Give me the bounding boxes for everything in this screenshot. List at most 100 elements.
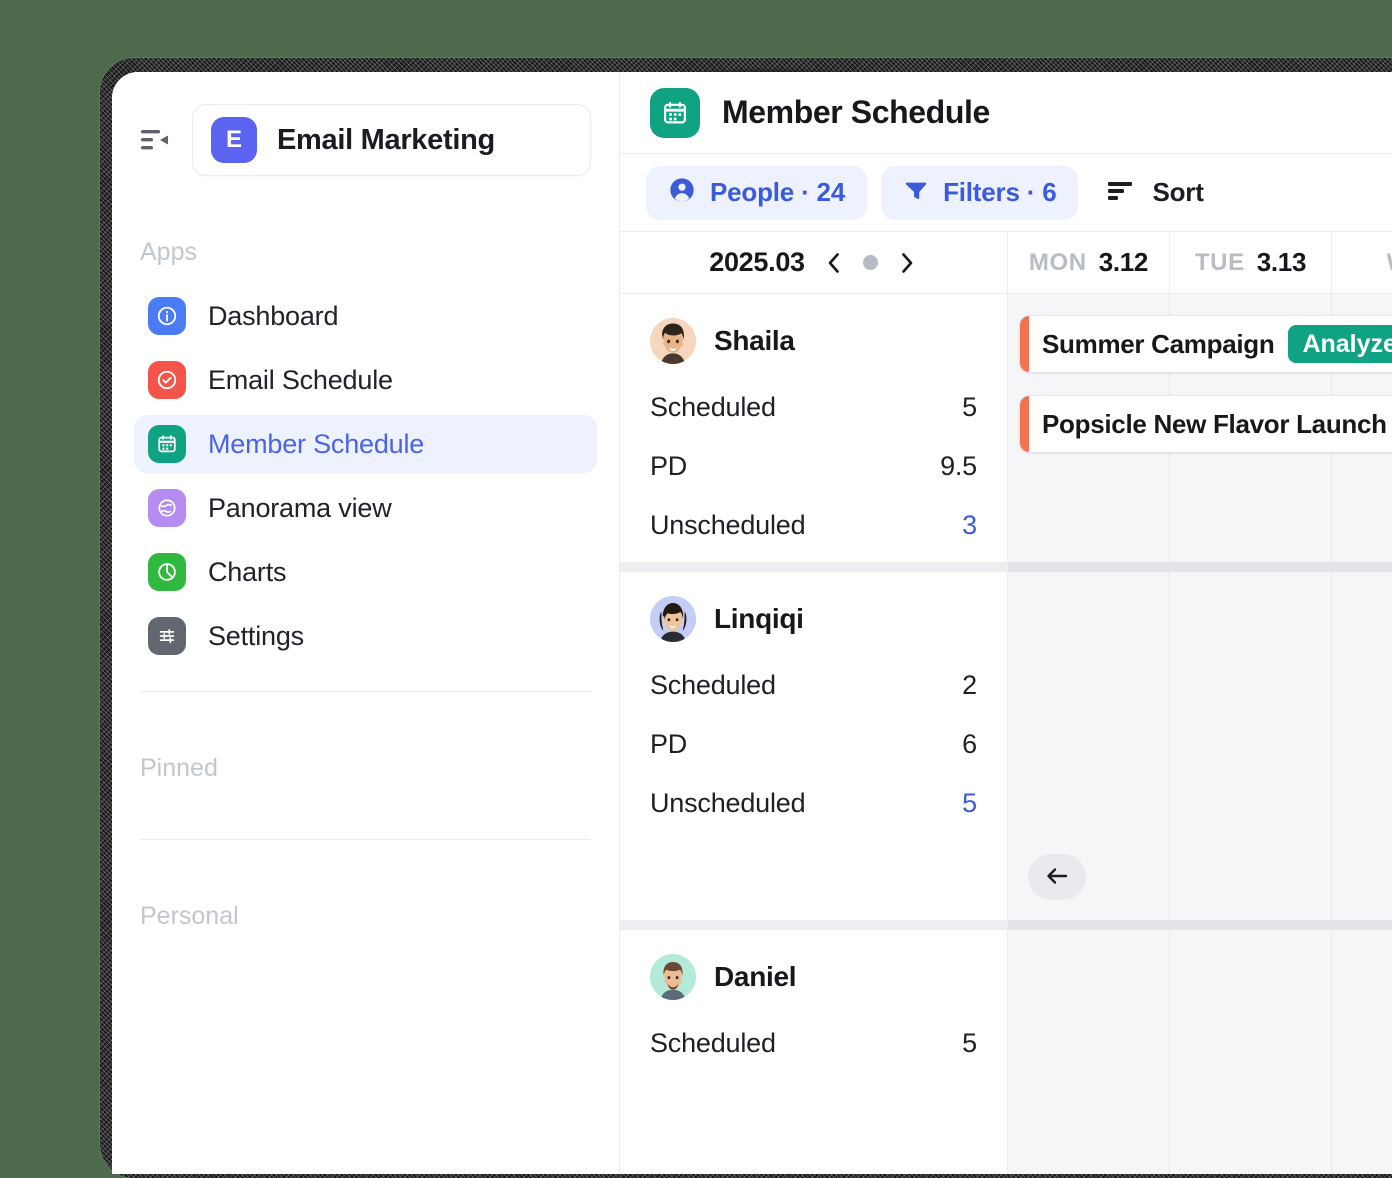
sort-lines-icon [1108, 180, 1136, 205]
member-row[interactable]: Shaila Scheduled 5 PD 9.5 Unscheduled 3 [620, 294, 1007, 562]
stat-value: 6 [962, 729, 977, 759]
sidebar-item-member-schedule[interactable]: Member Schedule [134, 415, 597, 473]
schedule-grid: 2025.03 Shaila Scheduled 5 PD 9.5 Unsche… [620, 232, 1392, 1174]
sidebar-item-dashboard[interactable]: Dashboard [134, 287, 597, 345]
day-header-cell[interactable]: MON 3.12 [1008, 232, 1170, 293]
member-header: Linqiqi [650, 596, 977, 642]
member-header: Daniel [650, 954, 977, 1000]
member-row[interactable]: Linqiqi Scheduled 2 PD 6 Unscheduled 5 [620, 572, 1007, 920]
row-separator [1008, 562, 1392, 572]
calendar-column: MON 3.12 TUE 3.13 WE [1008, 232, 1392, 1174]
stat-label: Scheduled [650, 670, 776, 700]
sidebar-divider-1 [140, 691, 591, 692]
sidebar-item-charts[interactable]: Charts [134, 543, 597, 601]
workspace-avatar: E [211, 117, 257, 163]
workspace-switcher[interactable]: E Email Marketing [192, 104, 591, 176]
sort-label: Sort [1152, 177, 1204, 207]
stat-value-unscheduled[interactable]: 3 [962, 510, 977, 541]
stat-value: 9.5 [940, 451, 977, 481]
sidebar-item-email-schedule[interactable]: Email Schedule [134, 351, 597, 409]
event-card[interactable]: Popsicle New Flavor Launch S [1020, 396, 1392, 452]
sidebar-item-settings[interactable]: Settings [134, 607, 597, 665]
scroll-back-button[interactable] [1028, 854, 1086, 900]
event-title: Summer Campaign [1042, 328, 1275, 359]
member-name: Linqiqi [714, 603, 804, 634]
member-stat: Scheduled 2 [650, 670, 977, 701]
stat-value: 2 [962, 670, 977, 700]
day-date: 3.12 [1098, 247, 1149, 277]
member-name: Shaila [714, 325, 795, 356]
member-stat: PD 9.5 [650, 451, 977, 482]
stat-label: PD [650, 451, 688, 481]
sidebar-item-label: Charts [208, 556, 287, 587]
member-stat: PD 6 [650, 729, 977, 760]
event-card[interactable]: Summer Campaign Analyze [1020, 316, 1392, 372]
stat-label: Scheduled [650, 1028, 776, 1058]
row-separator [620, 562, 1007, 572]
member-stat: Unscheduled 3 [650, 510, 977, 541]
stat-value: 5 [962, 392, 977, 422]
day-header-cell[interactable]: TUE 3.13 [1170, 232, 1332, 293]
today-dot-icon[interactable] [862, 255, 878, 270]
sidebar: E Email Marketing Apps Dashboard Email S… [112, 72, 620, 1174]
page-header: Member Schedule [620, 72, 1392, 154]
globe-icon [148, 489, 186, 527]
section-label-pinned: Pinned [140, 754, 218, 782]
stat-label: Scheduled [650, 392, 776, 422]
app-window: E Email Marketing Apps Dashboard Email S… [112, 72, 1392, 1174]
stat-label: Unscheduled [650, 510, 806, 540]
stat-value: 5 [962, 1028, 977, 1058]
stat-label: Unscheduled [650, 788, 806, 818]
filters-button[interactable]: Filters · 6 [881, 165, 1079, 220]
day-header-row: MON 3.12 TUE 3.13 WE [1008, 232, 1392, 294]
arrow-left-icon [1045, 866, 1069, 889]
day-date: 3.13 [1256, 247, 1307, 277]
member-stat: Scheduled 5 [650, 1028, 977, 1059]
chevron-left-icon[interactable] [823, 250, 845, 276]
collapse-sidebar-icon[interactable] [140, 127, 170, 153]
date-navigator: 2025.03 [620, 232, 1007, 294]
section-label-personal: Personal [140, 902, 239, 930]
avatar [650, 954, 696, 1000]
main-content: Member Schedule People · 24 Filters · 6 … [620, 72, 1392, 1174]
day-of-week: TUE [1194, 248, 1245, 276]
sliders-icon [148, 617, 186, 655]
member-row[interactable]: Daniel Scheduled 5 [620, 930, 1007, 1059]
sidebar-divider-2 [140, 839, 591, 840]
people-filter-label: People · 24 [710, 177, 846, 207]
section-label-apps: Apps [140, 238, 197, 266]
stat-label: PD [650, 729, 688, 759]
member-header: Shaila [650, 318, 977, 364]
sidebar-item-label: Email Schedule [208, 364, 393, 395]
filters-label: Filters · 6 [943, 177, 1057, 207]
funnel-icon [903, 177, 929, 208]
info-circle-icon [148, 297, 186, 335]
device-frame: E Email Marketing Apps Dashboard Email S… [100, 58, 1392, 1178]
stat-value-unscheduled[interactable]: 5 [962, 788, 977, 819]
row-separator [1008, 920, 1392, 930]
sidebar-item-panorama-view[interactable]: Panorama view [134, 479, 597, 537]
people-filter-button[interactable]: People · 24 [646, 165, 868, 220]
sidebar-item-label: Settings [208, 620, 304, 651]
check-circle-icon [148, 361, 186, 399]
sort-button[interactable]: Sort [1092, 166, 1219, 220]
workspace-name: Email Marketing [277, 123, 495, 156]
avatar [650, 318, 696, 364]
sidebar-item-label: Member Schedule [208, 428, 425, 459]
event-badge: Analyze [1288, 325, 1392, 363]
sidebar-item-label: Dashboard [208, 300, 339, 331]
person-circle-icon [668, 176, 696, 209]
chevron-right-icon[interactable] [896, 250, 918, 276]
day-header-cell[interactable]: WE [1332, 232, 1392, 293]
pie-chart-icon [148, 553, 186, 591]
sidebar-header: E Email Marketing [112, 72, 619, 176]
current-period-label: 2025.03 [709, 247, 805, 277]
toolbar: People · 24 Filters · 6 Sort [620, 154, 1392, 232]
avatar [650, 596, 696, 642]
people-column: 2025.03 Shaila Scheduled 5 PD 9.5 Unsche… [620, 232, 1008, 1174]
calendar-icon [650, 87, 700, 138]
member-stat: Scheduled 5 [650, 392, 977, 423]
calendar-body: Summer Campaign Analyze Popsicle New Fla… [1008, 294, 1392, 1174]
page-title: Member Schedule [722, 94, 990, 130]
calendar-icon [148, 425, 186, 463]
